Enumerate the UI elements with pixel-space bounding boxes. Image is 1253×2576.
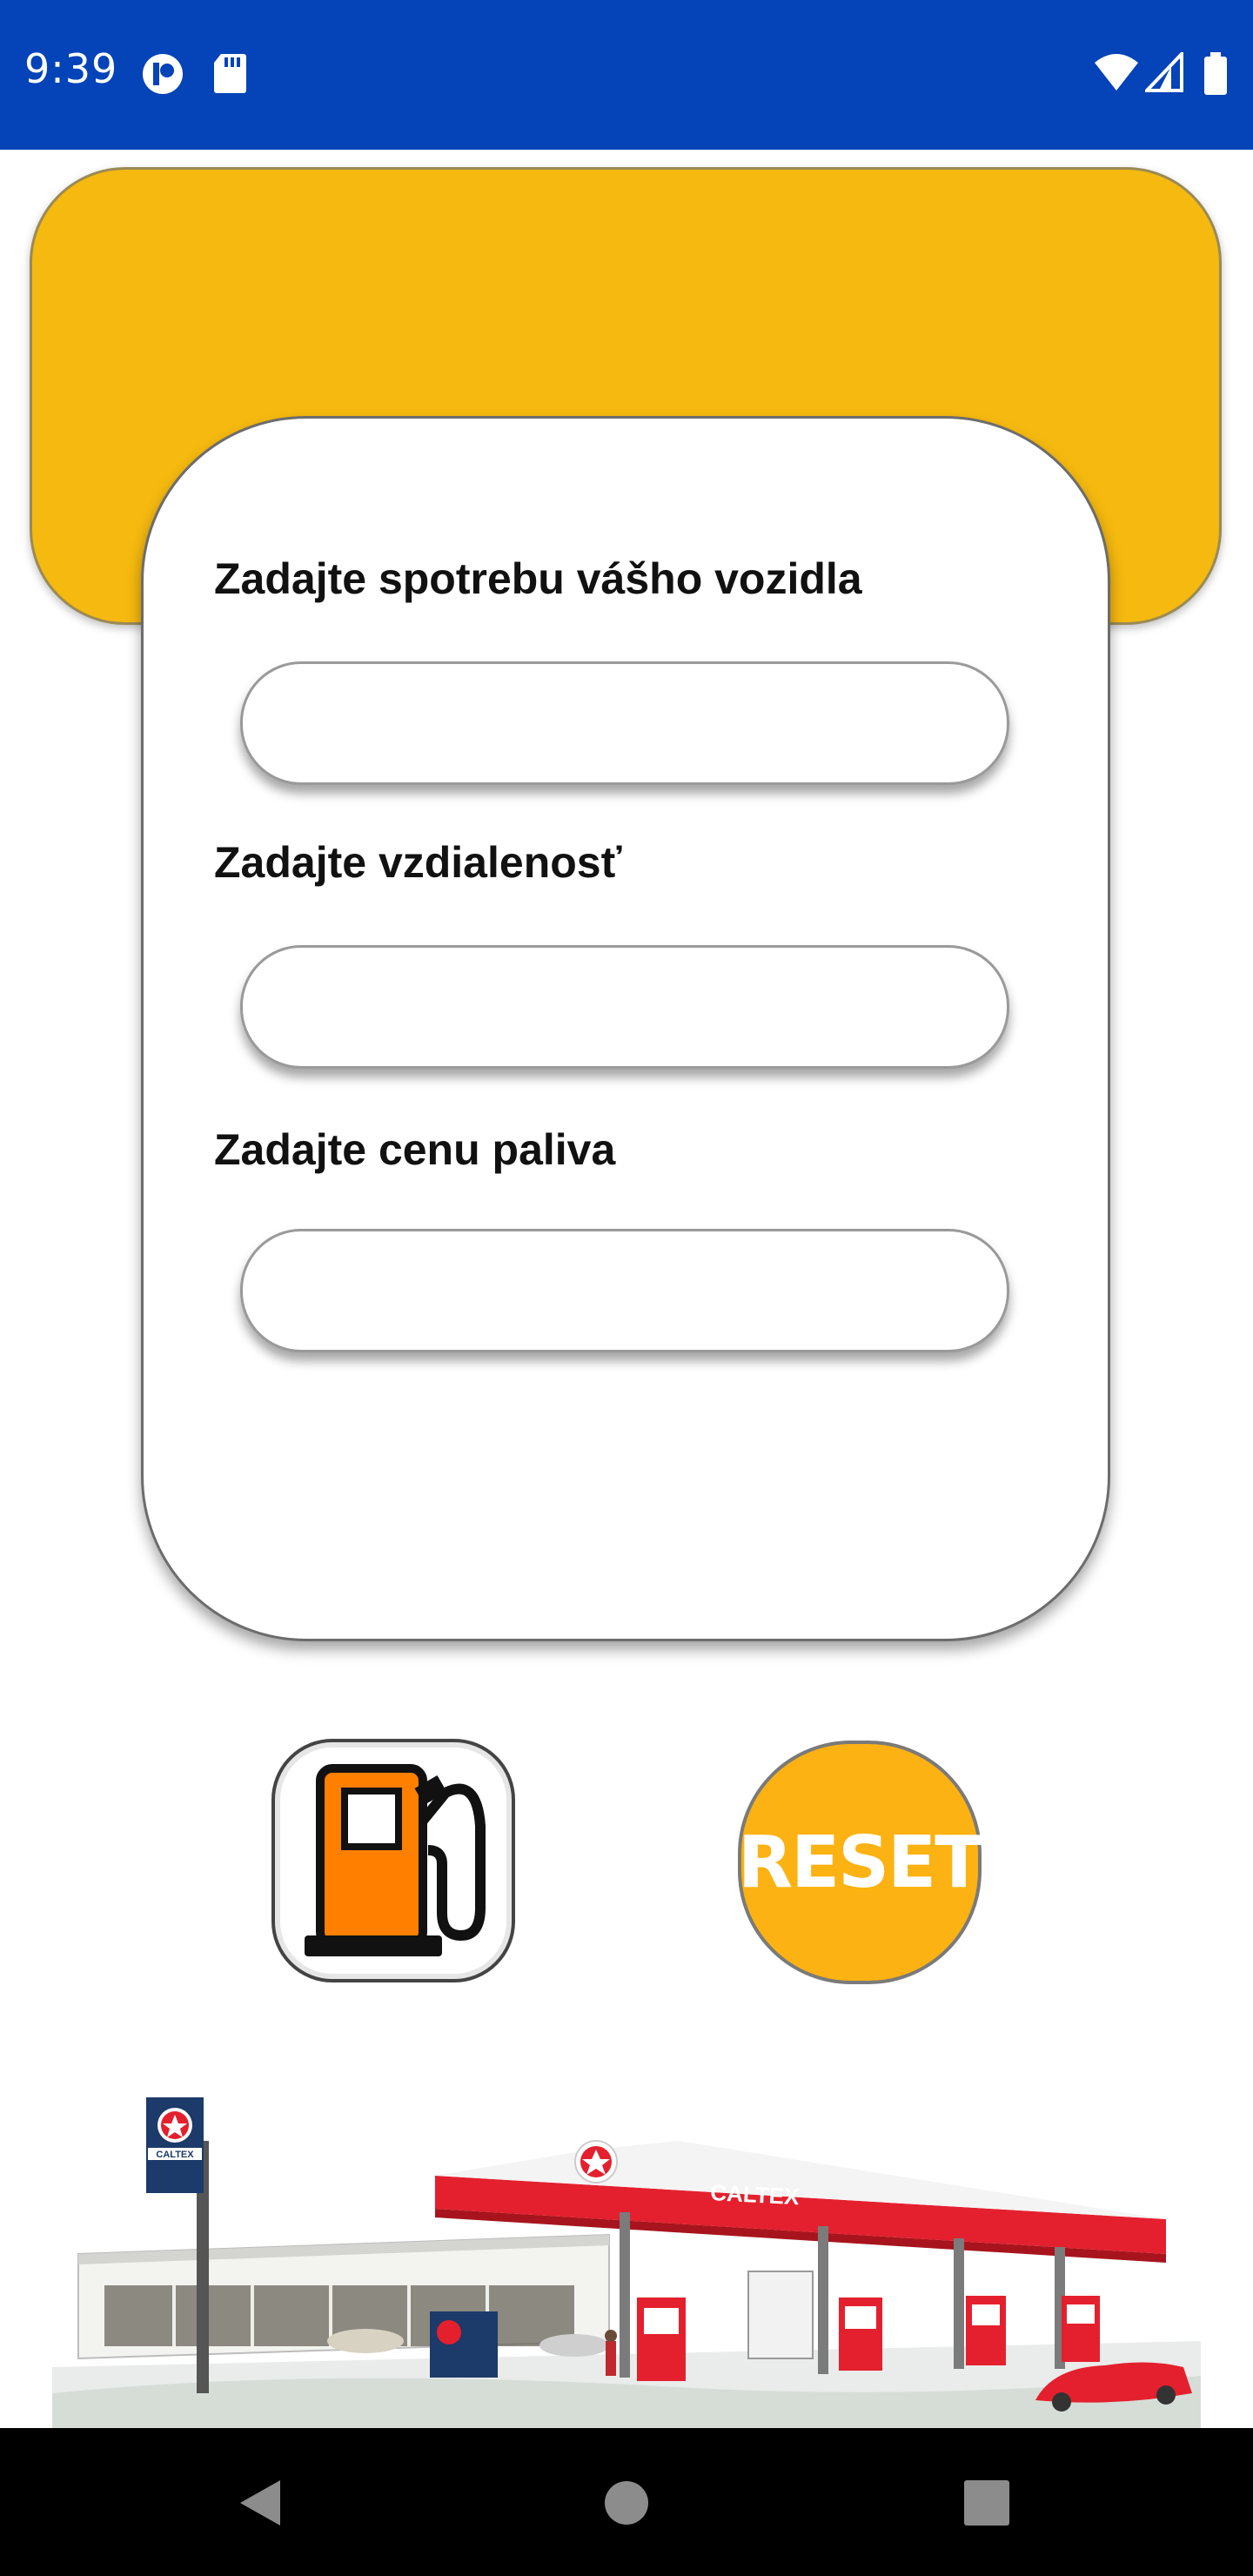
consumption-label: Zadajte spotrebu vášho vozidla <box>214 554 862 603</box>
wifi-icon <box>1095 54 1138 91</box>
navigation-bar <box>0 2428 1253 2576</box>
cellular-signal-icon <box>1145 52 1183 92</box>
battery-icon <box>1204 52 1227 95</box>
calculate-button[interactable] <box>271 1739 515 1982</box>
fuel-price-input[interactable] <box>240 1229 1009 1352</box>
sd-card-icon <box>214 54 246 93</box>
canopy-brand-text: CALTEX <box>710 2179 801 2210</box>
fuel-price-label: Zadajte cenu paliva <box>214 1125 616 1174</box>
reset-button[interactable]: RESET <box>737 1741 983 1984</box>
status-bar: 9:39 <box>0 0 1253 150</box>
app-notification-icon <box>143 54 183 94</box>
consumption-input[interactable] <box>240 661 1009 785</box>
fuel-pump-icon <box>305 1764 486 1956</box>
status-time: 9:39 <box>24 45 118 92</box>
distance-input[interactable] <box>240 945 1009 1069</box>
home-icon[interactable] <box>604 2480 649 2526</box>
back-icon[interactable] <box>237 2477 284 2529</box>
recents-icon[interactable] <box>964 2480 1009 2526</box>
reset-label: RESET <box>737 1821 983 1904</box>
distance-label: Zadajte vzdialenosť <box>214 838 622 887</box>
gas-station-illustration: CALTEX CALTEX <box>52 2097 1201 2428</box>
sign-brand-text: CALTEX <box>156 2150 194 2160</box>
